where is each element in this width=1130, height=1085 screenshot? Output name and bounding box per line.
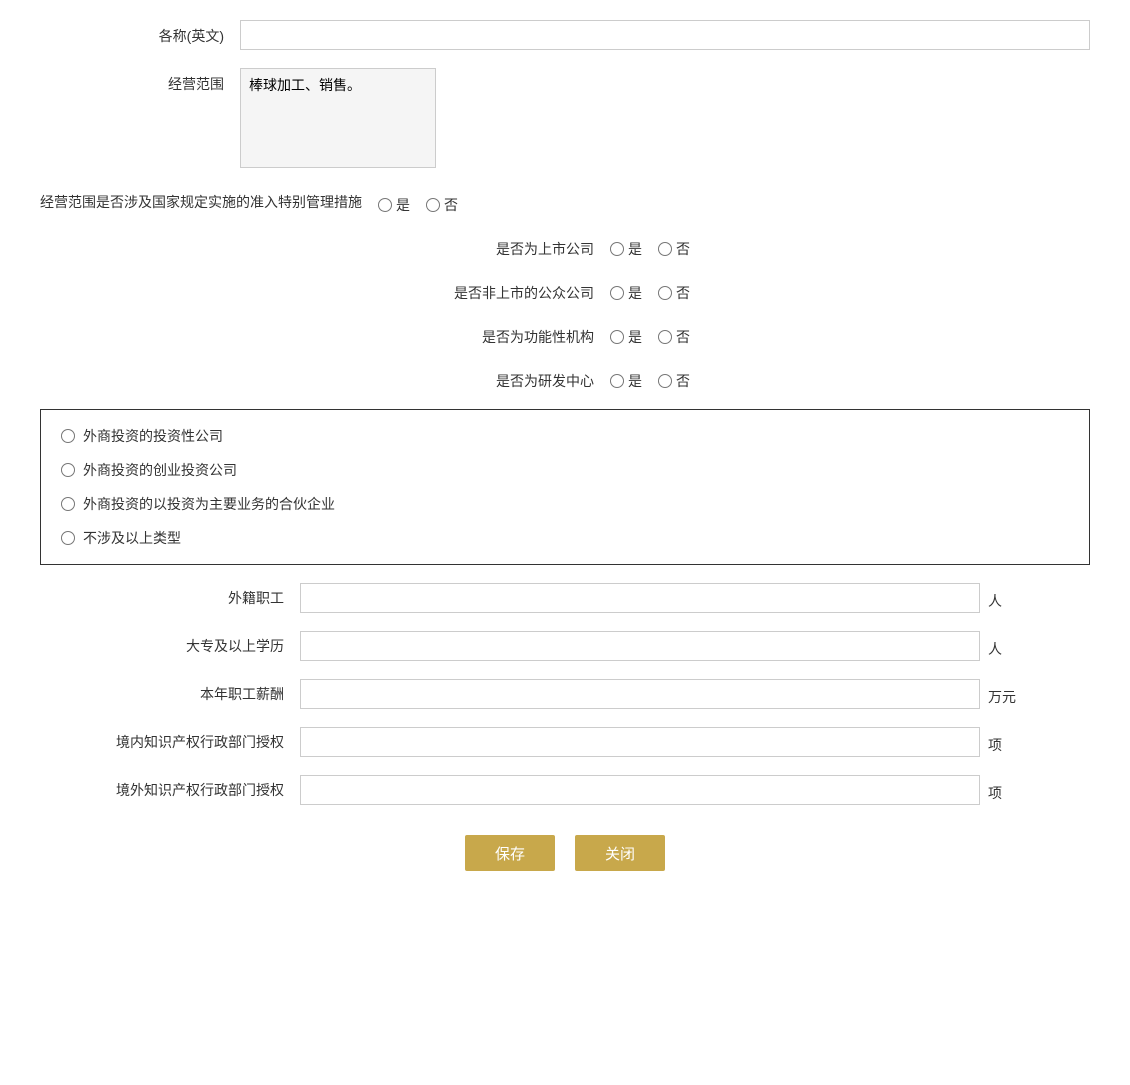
special-mgmt-no-radio[interactable] [426, 198, 440, 212]
non-listed-no-label[interactable]: 否 [658, 283, 690, 303]
foreign-investment-section: 外商投资的投资性公司 外商投资的创业投资公司 外商投资的以投资为主要业务的合伙企… [40, 409, 1090, 565]
listed-company-row: 是否为上市公司 是 否 [40, 233, 1090, 259]
foreign-ip-unit: 项 [980, 777, 1002, 803]
rd-center-row: 是否为研发中心 是 否 [40, 365, 1090, 391]
listed-company-label: 是否为上市公司 [430, 233, 610, 259]
button-row: 保存 关闭 [40, 835, 1090, 871]
foreign-ip-input[interactable] [300, 775, 980, 805]
annual-salary-label: 本年职工薪酬 [40, 684, 300, 704]
functional-yes-radio[interactable] [610, 330, 624, 344]
business-scope-label: 经营范围 [40, 68, 240, 94]
special-mgmt-yes-label[interactable]: 是 [378, 195, 410, 215]
business-scope-row: 经营范围 棒球加工、销售。 [40, 68, 1090, 171]
foreign-investment-item-3[interactable]: 不涉及以上类型 [61, 528, 1069, 548]
functional-yes-label[interactable]: 是 [610, 327, 642, 347]
domestic-ip-row: 境内知识产权行政部门授权 项 [40, 727, 1090, 757]
domestic-ip-label: 境内知识产权行政部门授权 [40, 732, 300, 752]
foreign-staff-label: 外籍职工 [40, 588, 300, 608]
foreign-investment-label-0: 外商投资的投资性公司 [83, 426, 223, 446]
non-listed-public-row: 是否非上市的公众公司 是 否 [40, 277, 1090, 303]
college-edu-unit: 人 [980, 633, 1002, 659]
foreign-investment-radio-2[interactable] [61, 497, 75, 511]
rd-no-radio[interactable] [658, 374, 672, 388]
functional-no-label[interactable]: 否 [658, 327, 690, 347]
foreign-ip-row: 境外知识产权行政部门授权 项 [40, 775, 1090, 805]
foreign-investment-radio-1[interactable] [61, 463, 75, 477]
foreign-investment-item-0[interactable]: 外商投资的投资性公司 [61, 426, 1069, 446]
foreign-investment-radio-0[interactable] [61, 429, 75, 443]
college-edu-row: 大专及以上学历 人 [40, 631, 1090, 661]
listed-no-label[interactable]: 否 [658, 239, 690, 259]
foreign-staff-unit: 人 [980, 585, 1002, 611]
foreign-investment-item-2[interactable]: 外商投资的以投资为主要业务的合伙企业 [61, 494, 1069, 514]
annual-salary-unit: 万元 [980, 681, 1016, 707]
special-mgmt-label: 经营范围是否涉及国家规定实施的准入特别管理措施 [40, 192, 378, 212]
name-en-label: 各称(英文) [40, 20, 240, 46]
listed-no-text: 否 [676, 239, 690, 259]
rd-radio-group: 是 否 [610, 365, 700, 391]
form-container: 各称(英文) 经营范围 棒球加工、销售。 经营范围是否涉及国家规定实施的准入特别… [40, 20, 1090, 871]
foreign-staff-row: 外籍职工 人 [40, 583, 1090, 613]
rd-no-text: 否 [676, 371, 690, 391]
foreign-investment-label-2: 外商投资的以投资为主要业务的合伙企业 [83, 494, 335, 514]
domestic-ip-unit: 项 [980, 729, 1002, 755]
special-mgmt-row: 经营范围是否涉及国家规定实施的准入特别管理措施 是 否 [40, 189, 1090, 215]
rd-yes-text: 是 [628, 371, 642, 391]
college-edu-label: 大专及以上学历 [40, 636, 300, 656]
save-button[interactable]: 保存 [465, 835, 555, 871]
functional-no-text: 否 [676, 327, 690, 347]
functional-radio-group: 是 否 [610, 321, 700, 347]
special-mgmt-radio-group: 是 否 [378, 189, 468, 215]
rd-center-label: 是否为研发中心 [430, 365, 610, 391]
rd-no-label[interactable]: 否 [658, 371, 690, 391]
non-listed-yes-text: 是 [628, 283, 642, 303]
college-edu-input[interactable] [300, 631, 980, 661]
foreign-investment-item-1[interactable]: 外商投资的创业投资公司 [61, 460, 1069, 480]
domestic-ip-input[interactable] [300, 727, 980, 757]
rd-yes-radio[interactable] [610, 374, 624, 388]
annual-salary-row: 本年职工薪酬 万元 [40, 679, 1090, 709]
functional-no-radio[interactable] [658, 330, 672, 344]
functional-org-label: 是否为功能性机构 [430, 321, 610, 347]
non-listed-no-radio[interactable] [658, 286, 672, 300]
non-listed-radio-group: 是 否 [610, 277, 700, 303]
non-listed-no-text: 否 [676, 283, 690, 303]
foreign-investment-label-3: 不涉及以上类型 [83, 528, 181, 548]
rd-yes-label[interactable]: 是 [610, 371, 642, 391]
listed-yes-radio[interactable] [610, 242, 624, 256]
annual-salary-input[interactable] [300, 679, 980, 709]
foreign-investment-radio-3[interactable] [61, 531, 75, 545]
listed-yes-label[interactable]: 是 [610, 239, 642, 259]
business-scope-textarea[interactable]: 棒球加工、销售。 [240, 68, 436, 168]
functional-org-row: 是否为功能性机构 是 否 [40, 321, 1090, 347]
foreign-investment-label-1: 外商投资的创业投资公司 [83, 460, 237, 480]
special-mgmt-yes-radio[interactable] [378, 198, 392, 212]
name-en-input[interactable] [240, 20, 1090, 50]
business-scope-wrapper: 棒球加工、销售。 [240, 68, 1090, 171]
functional-yes-text: 是 [628, 327, 642, 347]
special-mgmt-yes-text: 是 [396, 195, 410, 215]
foreign-ip-label: 境外知识产权行政部门授权 [40, 780, 300, 800]
non-listed-yes-radio[interactable] [610, 286, 624, 300]
close-button[interactable]: 关闭 [575, 835, 665, 871]
foreign-staff-input[interactable] [300, 583, 980, 613]
special-mgmt-no-label[interactable]: 否 [426, 195, 458, 215]
non-listed-public-label: 是否非上市的公众公司 [430, 277, 610, 303]
listed-no-radio[interactable] [658, 242, 672, 256]
non-listed-yes-label[interactable]: 是 [610, 283, 642, 303]
special-mgmt-no-text: 否 [444, 195, 458, 215]
listed-radio-group: 是 否 [610, 233, 700, 259]
name-en-row: 各称(英文) [40, 20, 1090, 50]
listed-yes-text: 是 [628, 239, 642, 259]
